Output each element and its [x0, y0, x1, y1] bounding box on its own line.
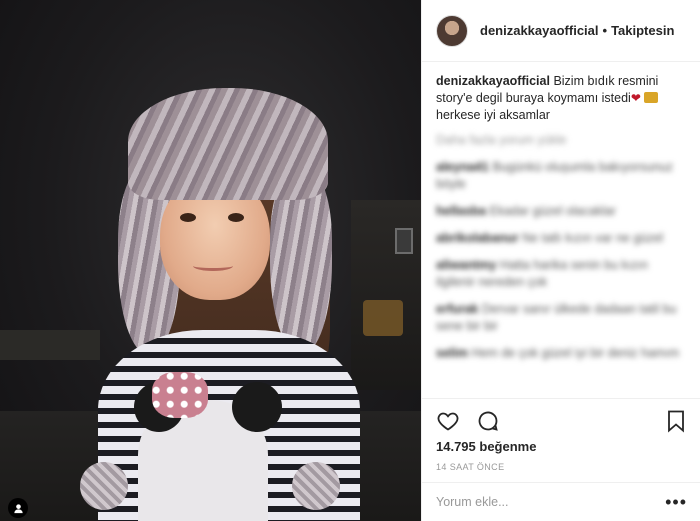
- comment-extra: ne güzel: [615, 231, 664, 245]
- comments-section: denizakkayaofficial Bizim bıdık resmini …: [422, 62, 700, 387]
- hat-pompom-right: [292, 462, 340, 510]
- girl-figure: [0, 0, 421, 521]
- comment-text: Hem de çok güzel iyi: [471, 346, 587, 360]
- comment-item: aleyna41 Bugünkü oluşumla bakıyorsunuz b…: [436, 159, 686, 193]
- comment-extra: böyle: [436, 177, 466, 191]
- header-separator: •: [602, 23, 608, 38]
- blurred-comments: Daha fazla yorum yükle aleyna41 Bugünkü …: [436, 132, 686, 362]
- comment-user[interactable]: selim: [436, 346, 468, 360]
- comment-user[interactable]: erfurak: [436, 302, 478, 316]
- eye-left: [180, 213, 196, 222]
- comment-extra: ilgilenir nereden çok: [436, 275, 548, 289]
- fur-hat: [128, 88, 328, 200]
- comment-text: Bugünkü oluşumla bakıyorsunuz: [492, 160, 673, 174]
- follow-status-button[interactable]: Takiptesin: [611, 23, 674, 38]
- comment-item: aliwantmy Hatta harika senin bu kızın il…: [436, 257, 686, 291]
- instagram-post: denizakkayaofficial • Takiptesin denizak…: [0, 0, 700, 521]
- post-photo[interactable]: [0, 0, 421, 521]
- comment-user[interactable]: aleyna41: [436, 160, 489, 174]
- minnie-ear-right: [232, 382, 282, 432]
- comment-text: Ne tatlı kızın var: [522, 231, 613, 245]
- header-username[interactable]: denizakkayaofficial: [480, 23, 599, 38]
- comment-box: •••: [422, 482, 700, 521]
- avatar[interactable]: [436, 14, 468, 47]
- comment-user[interactable]: hellasba: [436, 204, 486, 218]
- comment-bubble-icon[interactable]: [476, 409, 500, 433]
- smile: [193, 261, 233, 271]
- comment-extra: bir deniz hamım: [590, 346, 680, 360]
- post-header: denizakkayaofficial • Takiptesin: [422, 0, 700, 62]
- more-options-icon[interactable]: •••: [665, 493, 687, 511]
- heart-icon[interactable]: [436, 409, 460, 433]
- comment-text: Hatta harika senin bu kızın: [499, 258, 648, 272]
- comment-item: hellasba Ekadar güzel olacaklar: [436, 203, 686, 220]
- broken-heart-emoji: ❤: [630, 91, 641, 105]
- comment-text: Ekadar güzel olacaklar: [489, 204, 616, 218]
- bookmark-icon[interactable]: [665, 409, 687, 433]
- comment-text: Dervar sanır ülkede: [481, 302, 591, 316]
- comment-item: erfurak Dervar sanır ülkede dadaan tatil…: [436, 301, 686, 335]
- person-tag-icon[interactable]: [8, 498, 28, 518]
- comment-user[interactable]: aliwantmy: [436, 258, 496, 272]
- caption-author[interactable]: denizakkayaofficial: [436, 74, 550, 88]
- hat-pompom-left: [80, 462, 128, 510]
- caption-text-2: herkese iyi aksamlar: [436, 108, 550, 122]
- post-caption: denizakkayaofficial Bizim bıdık resmini …: [436, 73, 686, 124]
- comment-input[interactable]: [436, 495, 666, 509]
- post-timestamp[interactable]: 14 SAAT ÖNCE: [436, 462, 505, 472]
- action-bar: [422, 398, 700, 442]
- load-more-comments[interactable]: Daha fazla yorum yükle: [436, 132, 686, 149]
- likes-count[interactable]: 14.795 beğenme: [436, 439, 536, 454]
- eye-right: [228, 213, 244, 222]
- post-side-panel: denizakkayaofficial • Takiptesin denizak…: [421, 0, 700, 521]
- comment-user[interactable]: abrikolabanur: [436, 231, 519, 245]
- frame-emoji: [644, 92, 659, 103]
- minnie-bow: [152, 372, 208, 418]
- comment-item: abrikolabanur Ne tatlı kızın var ne güze…: [436, 230, 686, 247]
- comment-item: selim Hem de çok güzel iyi bir deniz ham…: [436, 345, 686, 362]
